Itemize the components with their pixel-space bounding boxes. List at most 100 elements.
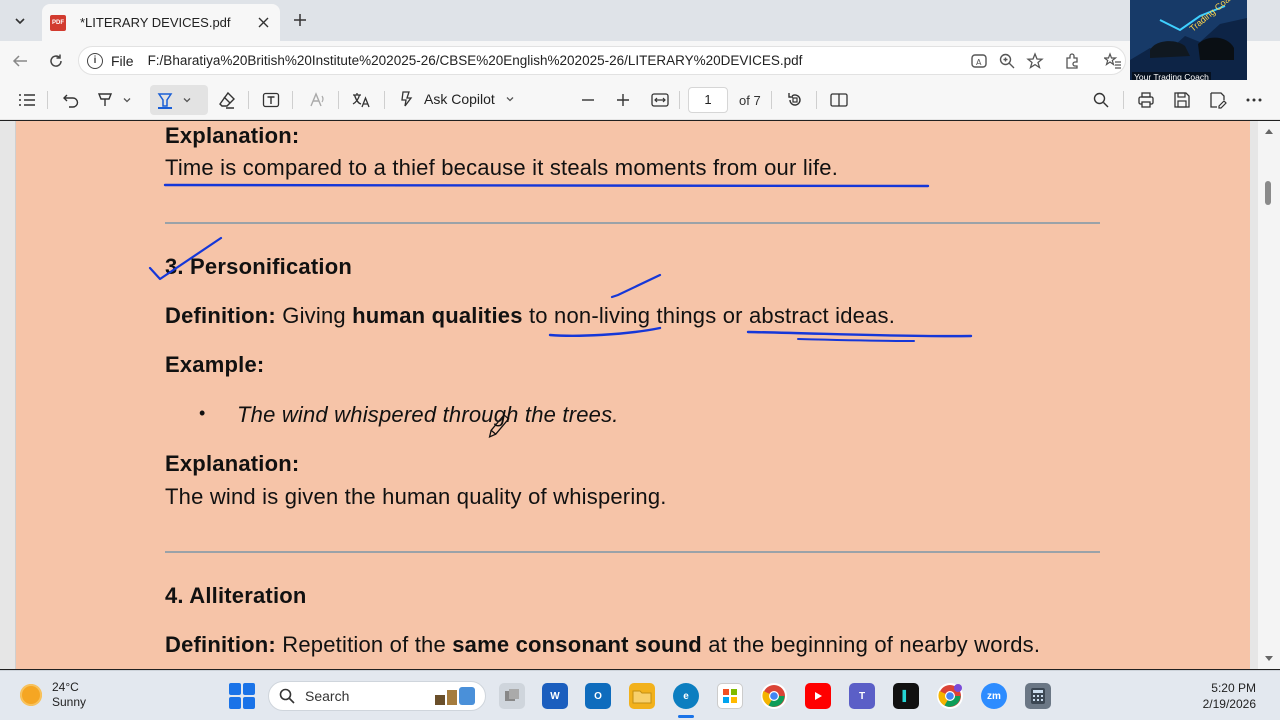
calculator-app-icon[interactable]	[1025, 683, 1051, 709]
taskbar: 24°C Sunny Search W O e T ▌ zm 5:20 PM 2…	[0, 670, 1280, 720]
extensions-icon[interactable]	[1061, 50, 1083, 72]
search-highlight-image	[435, 687, 475, 705]
toolbar-separator	[248, 91, 249, 109]
explanation-heading-prev: Explanation:	[165, 123, 300, 148]
pdf-toolbar: Ask Copilot 1 of 7	[0, 80, 1280, 120]
chrome-browser-icon[interactable]	[761, 683, 787, 709]
toolbar-separator	[679, 91, 680, 109]
ink-checkmark-nonliving	[610, 273, 662, 299]
zoom-out-icon[interactable]	[577, 89, 599, 111]
explanation-text: The wind is given the human quality of w…	[165, 484, 667, 509]
definition-4-label: Definition:	[165, 632, 276, 657]
page-total-label: of 7	[739, 93, 761, 108]
section-3-heading: 3. Personification	[165, 254, 352, 279]
edge-browser-icon[interactable]: e	[673, 683, 699, 709]
page-view-icon[interactable]	[828, 89, 850, 111]
explanation-text-prev: Time is compared to a thief because it s…	[165, 155, 839, 180]
search-icon[interactable]	[1090, 89, 1112, 111]
active-app-indicator	[678, 715, 694, 718]
chevron-down-icon	[15, 18, 25, 25]
scroll-down-icon[interactable]	[1264, 655, 1274, 663]
toolbar-separator	[384, 91, 385, 109]
highlight-options-chevron-icon[interactable]	[180, 89, 194, 111]
definition-bold-text: human qualities	[352, 303, 523, 328]
scrollbar-thumb[interactable]	[1265, 181, 1271, 205]
translate-icon[interactable]	[350, 89, 372, 111]
example-text: The wind whispered through the trees.	[237, 402, 619, 427]
new-tab-button[interactable]	[288, 8, 312, 32]
refresh-button[interactable]	[44, 49, 68, 73]
microsoft-store-icon[interactable]	[717, 683, 743, 709]
definition-text-part2: to non-living things or abstract ideas.	[522, 303, 896, 328]
contents-list-icon[interactable]	[16, 89, 38, 111]
chrome-profile-icon[interactable]	[937, 683, 963, 709]
chevron-down-icon	[506, 97, 514, 102]
page-number-input[interactable]: 1	[688, 87, 728, 113]
favorite-star-icon[interactable]	[1024, 50, 1046, 72]
copilot-icon	[401, 91, 413, 107]
eraser-icon[interactable]	[216, 89, 238, 111]
task-view-icon[interactable]	[499, 683, 525, 709]
teams-app-icon[interactable]: T	[849, 683, 875, 709]
pdf-viewer-area: Explanation: Time is compared to a thief…	[0, 121, 1280, 669]
save-icon[interactable]	[1171, 89, 1193, 111]
youtube-app-icon[interactable]	[805, 683, 831, 709]
fit-to-width-icon[interactable]	[649, 89, 671, 111]
toolbar-separator	[338, 91, 339, 109]
browser-tab[interactable]: PDF *LITERARY DEVICES.pdf	[42, 4, 280, 41]
toolbar-separator	[292, 91, 293, 109]
favorites-list-icon[interactable]	[1102, 50, 1124, 72]
weather-temperature: 24°C	[52, 680, 79, 694]
outlook-app-icon[interactable]: O	[585, 683, 611, 709]
taskbar-search[interactable]: Search	[268, 681, 486, 711]
close-icon	[258, 17, 268, 27]
zoom-in-icon[interactable]	[612, 89, 634, 111]
add-text-icon[interactable]	[260, 89, 282, 111]
section-divider	[165, 551, 1100, 553]
read-aloud-icon[interactable]: A	[968, 50, 990, 72]
word-app-icon[interactable]: W	[542, 683, 568, 709]
ink-underline-abstract	[746, 330, 973, 338]
scroll-up-icon[interactable]	[1264, 127, 1274, 135]
back-button[interactable]	[8, 49, 32, 73]
tab-strip: PDF *LITERARY DEVICES.pdf	[0, 0, 1280, 41]
rotate-icon[interactable]	[784, 89, 806, 111]
ink-underline-explanation	[163, 183, 930, 189]
weather-widget[interactable]: 24°C Sunny	[20, 680, 86, 710]
address-url[interactable]: F:/Bharatiya%20British%20Institute%20202…	[148, 53, 803, 68]
definition-4-line: Definition: Repetition of the same conso…	[165, 632, 1040, 658]
tab-close-button[interactable]	[254, 13, 272, 31]
draw-icon[interactable]	[94, 89, 116, 111]
arrow-left-icon	[12, 55, 27, 67]
sun-icon	[20, 684, 42, 706]
ask-copilot-label: Ask Copilot	[424, 91, 495, 107]
plus-icon	[294, 14, 306, 26]
search-label: Search	[305, 688, 350, 704]
print-icon[interactable]	[1135, 89, 1157, 111]
toolbar-separator	[1123, 91, 1124, 109]
clock-time: 5:20 PM	[1211, 681, 1256, 695]
definition-label: Definition:	[165, 303, 276, 328]
definition-4-text-part2: at the beginning of nearby words.	[701, 632, 1041, 657]
toolbar-separator	[771, 91, 772, 109]
highlight-icon[interactable]	[154, 89, 176, 111]
search-icon	[279, 688, 295, 704]
toolbar-separator	[816, 91, 817, 109]
file-explorer-icon[interactable]	[629, 683, 655, 709]
draw-options-chevron-icon[interactable]	[120, 89, 134, 111]
terminal-app-icon[interactable]: ▌	[893, 683, 919, 709]
start-button[interactable]	[229, 683, 255, 709]
ask-copilot-button[interactable]: Ask Copilot	[398, 90, 515, 108]
zoom-app-icon[interactable]: zm	[981, 683, 1007, 709]
weather-condition: Sunny	[52, 695, 87, 709]
undo-icon[interactable]	[60, 89, 82, 111]
info-icon[interactable]: i	[87, 52, 103, 69]
ink-underline-nonliving	[548, 326, 662, 337]
system-clock[interactable]: 5:20 PM 2/19/2026	[1203, 680, 1256, 712]
clock-date: 2/19/2026	[1202, 697, 1256, 711]
more-options-icon[interactable]	[1243, 89, 1265, 111]
save-as-icon[interactable]	[1207, 89, 1229, 111]
zoom-icon[interactable]	[996, 50, 1018, 72]
vertical-scrollbar[interactable]	[1258, 121, 1280, 669]
tab-actions-menu-button[interactable]	[6, 7, 34, 35]
